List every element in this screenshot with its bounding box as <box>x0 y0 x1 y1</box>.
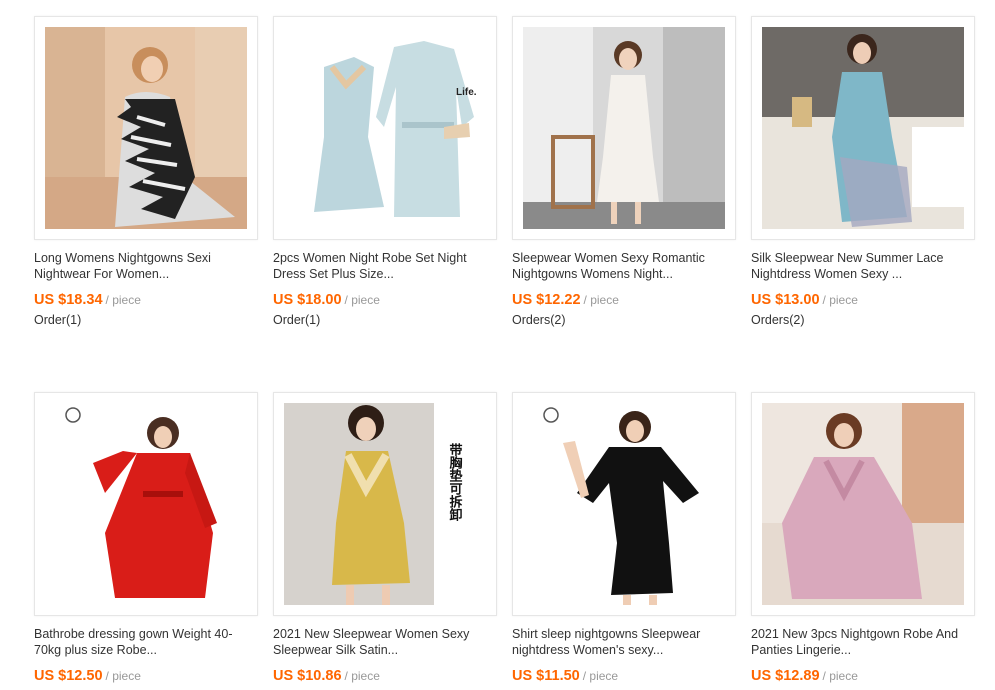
product-image[interactable] <box>34 16 258 240</box>
product-price: US $10.86 <box>273 668 342 684</box>
price-line: US $12.89/ piece <box>751 666 858 686</box>
price-unit: / piece <box>105 669 141 683</box>
order-count: Order(1) <box>34 313 82 327</box>
order-count: Orders(2) <box>512 313 566 327</box>
product-image[interactable]: 带胸垫可拆卸 <box>273 392 497 616</box>
product-image[interactable] <box>751 392 975 616</box>
product-image[interactable] <box>751 16 975 240</box>
product-title[interactable]: 2021 New 3pcs Nightgown Robe And Panties… <box>751 626 973 658</box>
product-price: US $18.00 <box>273 292 342 308</box>
product-image[interactable]: Life. <box>273 16 497 240</box>
price-line: US $10.86/ piece <box>273 666 380 686</box>
product-title[interactable]: Bathrobe dressing gown Weight 40-70kg pl… <box>34 626 256 658</box>
price-unit: / piece <box>344 669 380 683</box>
product-title[interactable]: Long Womens Nightgowns Sexi Nightwear Fo… <box>34 250 256 282</box>
product-price: US $12.89 <box>751 668 820 684</box>
price-line: US $13.00/ piece <box>751 290 858 310</box>
product-price: US $12.50 <box>34 668 103 684</box>
price-line: US $12.50/ piece <box>34 666 141 686</box>
product-title[interactable]: 2pcs Women Night Robe Set Night Dress Se… <box>273 250 495 282</box>
product-price: US $12.22 <box>512 292 581 308</box>
product-title[interactable]: Sleepwear Women Sexy Romantic Nightgowns… <box>512 250 734 282</box>
price-unit: / piece <box>822 669 858 683</box>
product-price: US $18.34 <box>34 292 103 308</box>
order-count: Orders(2) <box>751 313 805 327</box>
image-caption: 带胸垫可拆卸 <box>447 442 463 522</box>
price-unit: / piece <box>822 293 858 307</box>
order-count: Order(1) <box>273 313 321 327</box>
price-unit: / piece <box>583 293 619 307</box>
product-title[interactable]: Shirt sleep nightgowns Sleepwear nightdr… <box>512 626 734 658</box>
product-image[interactable] <box>512 16 736 240</box>
price-line: US $11.50/ piece <box>512 666 618 686</box>
product-image[interactable] <box>34 392 258 616</box>
price-unit: / piece <box>344 293 380 307</box>
product-grid: Long Womens Nightgowns Sexi Nightwear Fo… <box>0 0 995 690</box>
product-image[interactable] <box>512 392 736 616</box>
product-price: US $11.50 <box>512 668 580 684</box>
price-line: US $18.34/ piece <box>34 290 141 310</box>
product-title[interactable]: 2021 New Sleepwear Women Sexy Sleepwear … <box>273 626 495 658</box>
price-unit: / piece <box>105 293 141 307</box>
price-line: US $12.22/ piece <box>512 290 619 310</box>
product-title[interactable]: Silk Sleepwear New Summer Lace Nightdres… <box>751 250 973 282</box>
price-unit: / piece <box>582 669 619 683</box>
product-price: US $13.00 <box>751 292 820 308</box>
price-line: US $18.00/ piece <box>273 290 380 310</box>
image-caption: Life. <box>456 87 477 98</box>
